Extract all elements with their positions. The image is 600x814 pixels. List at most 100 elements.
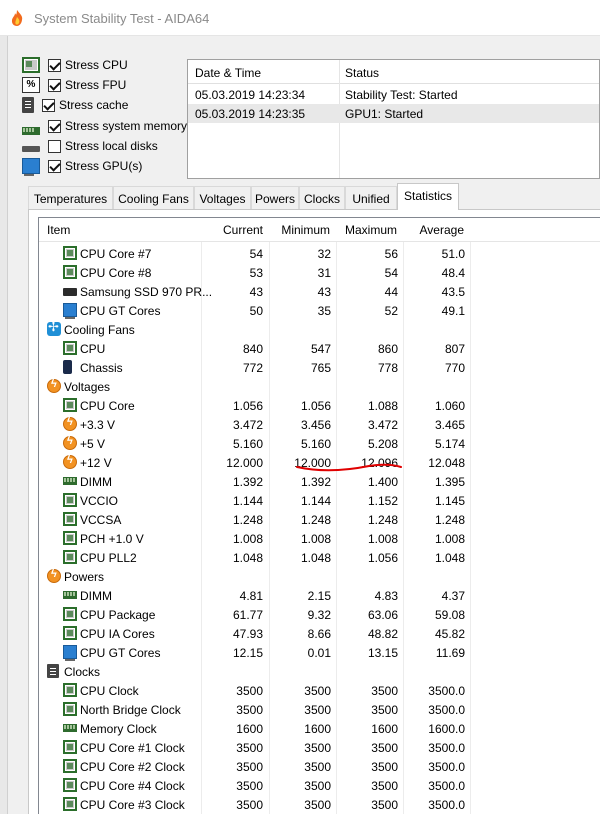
stat-row[interactable]: CPU Core #8 53 31 54 48.4 [39,263,600,282]
value-avg: 807 [444,342,465,356]
chip-icon [63,797,77,811]
value-max: 3500 [371,760,398,774]
stat-row[interactable]: CPU Core #3 Clock 3500 3500 3500 3500.0 [39,795,600,814]
tab-bar: Temperatures Cooling Fans Voltages Power… [28,183,600,210]
log-column-datetime[interactable]: Date & Time [195,66,261,80]
column-current[interactable]: Current [201,223,263,237]
stress-memory-checkbox[interactable] [48,119,61,133]
log-column-status[interactable]: Status [345,66,379,80]
stress-disks-option[interactable]: Stress local disks [22,137,192,155]
value-cur: 1.008 [232,532,263,546]
stress-gpu-option[interactable]: Stress GPU(s) [22,157,192,176]
window-left-edge [0,36,8,814]
stat-row[interactable]: CPU PLL2 1.048 1.048 1.056 1.048 [39,548,600,567]
value-cur: 4.81 [239,589,263,603]
value-max: 778 [377,361,398,375]
column-average[interactable]: Average [403,223,464,237]
stat-row[interactable]: Chassis 772 765 778 770 [39,358,600,377]
value-cur: 1600 [236,722,263,736]
value-avg: 770 [444,361,465,375]
value-avg: 49.1 [441,304,465,318]
stat-row[interactable]: CPU Core #7 54 32 56 51.0 [39,244,600,263]
value-avg: 3500.0 [428,684,465,698]
value-max: 3500 [371,741,398,755]
stress-fpu-option[interactable]: % Stress FPU [22,76,192,94]
tab-statistics[interactable]: Statistics [397,183,459,210]
stat-row[interactable]: +5 V 5.160 5.160 5.208 5.174 [39,434,600,453]
stress-cpu-checkbox[interactable] [48,58,61,72]
item-name: PCH +1.0 V [80,532,144,546]
chip-icon [63,702,77,716]
value-cur: 3500 [236,741,263,755]
column-item[interactable]: Item [47,223,70,237]
stat-row[interactable]: DIMM 1.392 1.392 1.400 1.395 [39,472,600,491]
value-avg: 1.048 [434,551,465,565]
tab-temperatures[interactable]: Temperatures [28,186,113,210]
stat-row[interactable]: VCCIO 1.144 1.144 1.152 1.145 [39,491,600,510]
tab-voltages[interactable]: Voltages [194,186,251,210]
stress-fpu-checkbox[interactable] [48,78,61,92]
value-min: 8.66 [307,627,331,641]
stat-row[interactable]: DIMM 4.81 2.15 4.83 4.37 [39,586,600,605]
tab-clocks[interactable]: Clocks [299,186,345,210]
group-header-row[interactable]: Voltages [39,377,600,396]
stat-row[interactable]: CPU GT Cores 50 35 52 49.1 [39,301,600,320]
stat-row[interactable]: CPU Package 61.77 9.32 63.06 59.08 [39,605,600,624]
item-name: CPU GT Cores [80,304,161,318]
value-avg: 1.395 [434,475,465,489]
value-max: 1600 [371,722,398,736]
tab-unified[interactable]: Unified [345,186,397,210]
statistics-table[interactable]: Item Current Minimum Maximum Average CPU… [38,217,600,814]
stat-row[interactable]: VCCSA 1.248 1.248 1.248 1.248 [39,510,600,529]
stat-row[interactable]: CPU Core #4 Clock 3500 3500 3500 3500.0 [39,776,600,795]
value-cur: 840 [242,342,263,356]
stat-row[interactable]: Memory Clock 1600 1600 1600 1600.0 [39,719,600,738]
stat-row[interactable]: CPU Core 1.056 1.056 1.088 1.060 [39,396,600,415]
stat-row[interactable]: CPU 840 547 860 807 [39,339,600,358]
stat-row[interactable]: CPU Core #1 Clock 3500 3500 3500 3500.0 [39,738,600,757]
stat-row[interactable]: CPU IA Cores 47.93 8.66 48.82 45.82 [39,624,600,643]
stress-cpu-option[interactable]: Stress CPU [22,56,192,74]
stat-row[interactable]: +12 V 12.000 12.000 12.096 12.048 [39,453,600,472]
log-row[interactable]: 05.03.2019 14:23:34 Stability Test: Star… [188,85,599,104]
memory-module-icon [63,724,77,732]
stat-row[interactable]: PCH +1.0 V 1.008 1.008 1.008 1.008 [39,529,600,548]
stat-row[interactable]: Samsung SSD 970 PR... 43 43 44 43.5 [39,282,600,301]
value-avg: 3500.0 [428,741,465,755]
column-maximum[interactable]: Maximum [336,223,397,237]
group-header-row[interactable]: Powers [39,567,600,586]
value-max: 48.82 [367,627,398,641]
item-name: DIMM [80,475,112,489]
chassis-icon [63,360,72,374]
value-max: 44 [384,285,398,299]
value-cur: 1.048 [232,551,263,565]
stress-gpu-checkbox[interactable] [48,159,61,173]
stat-row[interactable]: +3.3 V 3.472 3.456 3.472 3.465 [39,415,600,434]
stat-row[interactable]: CPU Clock 3500 3500 3500 3500.0 [39,681,600,700]
value-avg: 3500.0 [428,760,465,774]
tab-cooling-fans[interactable]: Cooling Fans [113,186,194,210]
group-header-row[interactable]: Clocks [39,662,600,681]
value-min: 1.008 [300,532,331,546]
stress-disks-checkbox[interactable] [48,139,61,153]
stat-row[interactable]: North Bridge Clock 3500 3500 3500 3500.0 [39,700,600,719]
stress-cache-label: Stress cache [59,98,129,112]
chip-icon [63,626,77,640]
column-minimum[interactable]: Minimum [269,223,330,237]
value-avg: 11.69 [435,646,465,660]
clock-icon [47,664,59,678]
stress-cache-checkbox[interactable] [42,98,55,112]
stat-row[interactable]: CPU Core #2 Clock 3500 3500 3500 3500.0 [39,757,600,776]
status-log-table[interactable]: Date & Time Status 05.03.2019 14:23:34 S… [187,59,600,179]
tab-powers[interactable]: Powers [251,186,299,210]
value-min: 3500 [304,760,331,774]
disk-drive-icon [22,146,40,152]
fpu-percent-icon: % [22,77,40,93]
fan-icon [47,319,61,336]
log-row[interactable]: 05.03.2019 14:23:35 GPU1: Started [188,104,599,123]
stress-memory-option[interactable]: Stress system memory [22,117,192,135]
stat-row[interactable]: CPU GT Cores 12.15 0.01 13.15 11.69 [39,643,600,662]
group-header-row[interactable]: Cooling Fans [39,319,600,339]
group-name: Voltages [64,380,111,394]
stress-cache-option[interactable]: Stress cache [22,96,192,114]
